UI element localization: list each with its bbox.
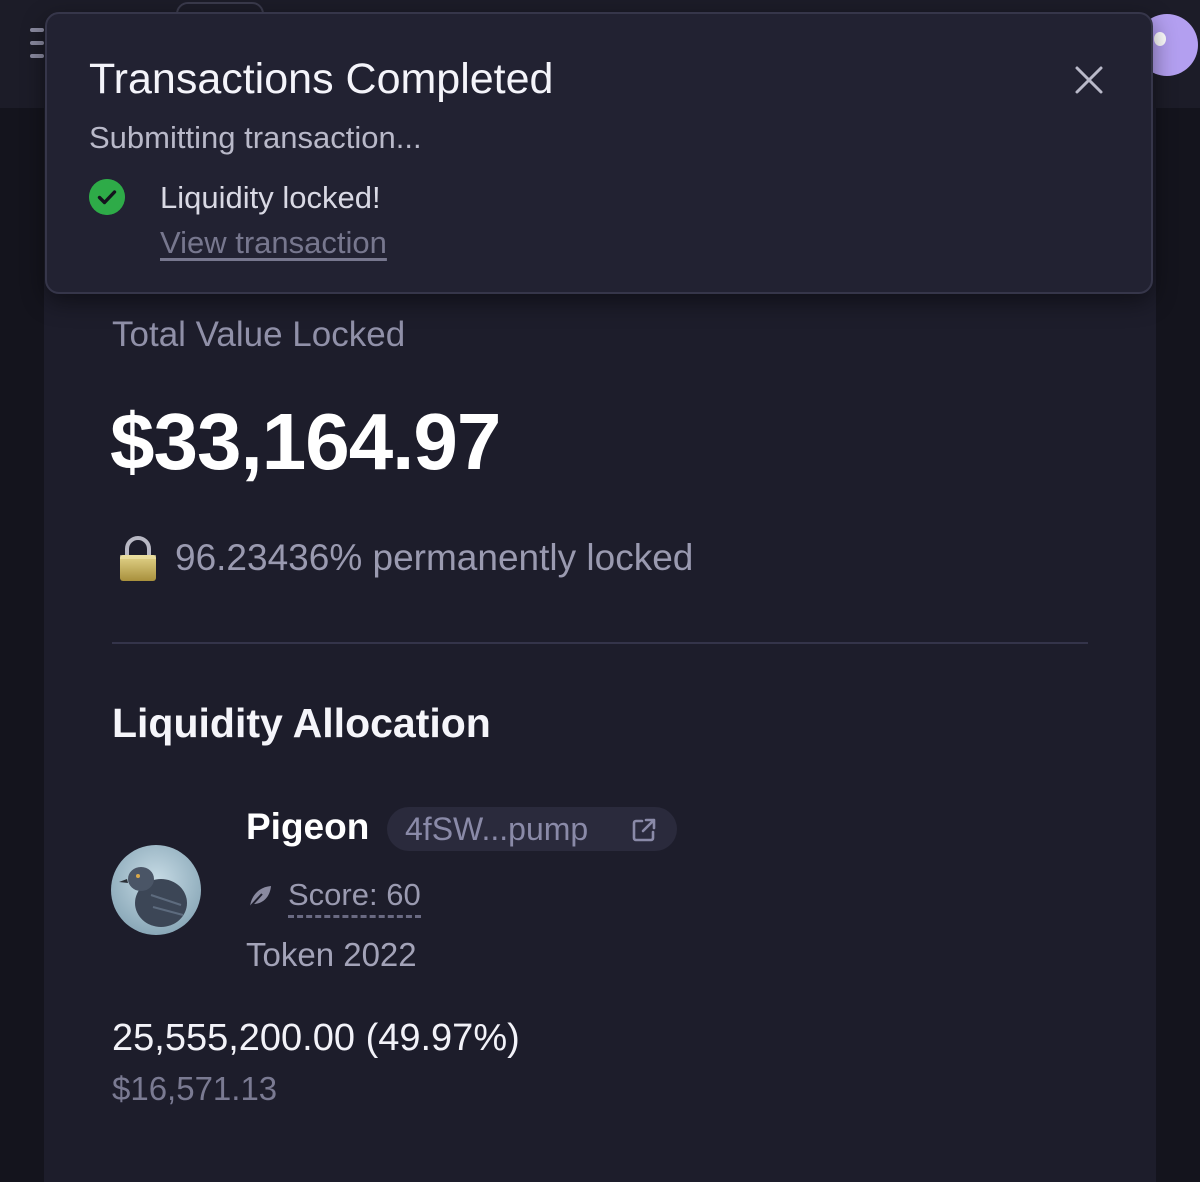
- view-transaction-link[interactable]: View transaction: [160, 225, 387, 261]
- leaf-icon: [248, 886, 271, 909]
- toast-title: Transactions Completed: [89, 55, 554, 103]
- section-title: Liquidity Allocation: [112, 700, 491, 746]
- toast-subtitle: Submitting transaction...: [89, 120, 422, 155]
- external-link-icon: [632, 818, 656, 842]
- token-avatar: [111, 845, 201, 935]
- check-circle-icon: [89, 179, 125, 215]
- tvl-value: $33,164.97: [110, 397, 501, 486]
- token-score[interactable]: Score: 60: [288, 877, 421, 918]
- token-address-link[interactable]: 4fSW...pump: [387, 807, 677, 851]
- token-amount: 25,555,200.00 (49.97%): [112, 1017, 520, 1059]
- divider: [112, 642, 1088, 644]
- tvl-label: Total Value Locked: [112, 315, 406, 354]
- lock-icon: [120, 536, 156, 581]
- token-name: Pigeon: [246, 806, 370, 847]
- close-icon[interactable]: [1071, 62, 1107, 98]
- hamburger-menu-icon[interactable]: [30, 28, 44, 68]
- locked-percentage-text: 96.23436% permanently locked: [175, 537, 694, 578]
- token-address: 4fSW...pump: [405, 811, 589, 847]
- toast-notification: Transactions Completed Submitting transa…: [45, 12, 1153, 294]
- token-program: Token 2022: [246, 936, 417, 973]
- toast-message: Liquidity locked!: [160, 180, 381, 215]
- token-usd-value: $16,571.13: [112, 1070, 278, 1107]
